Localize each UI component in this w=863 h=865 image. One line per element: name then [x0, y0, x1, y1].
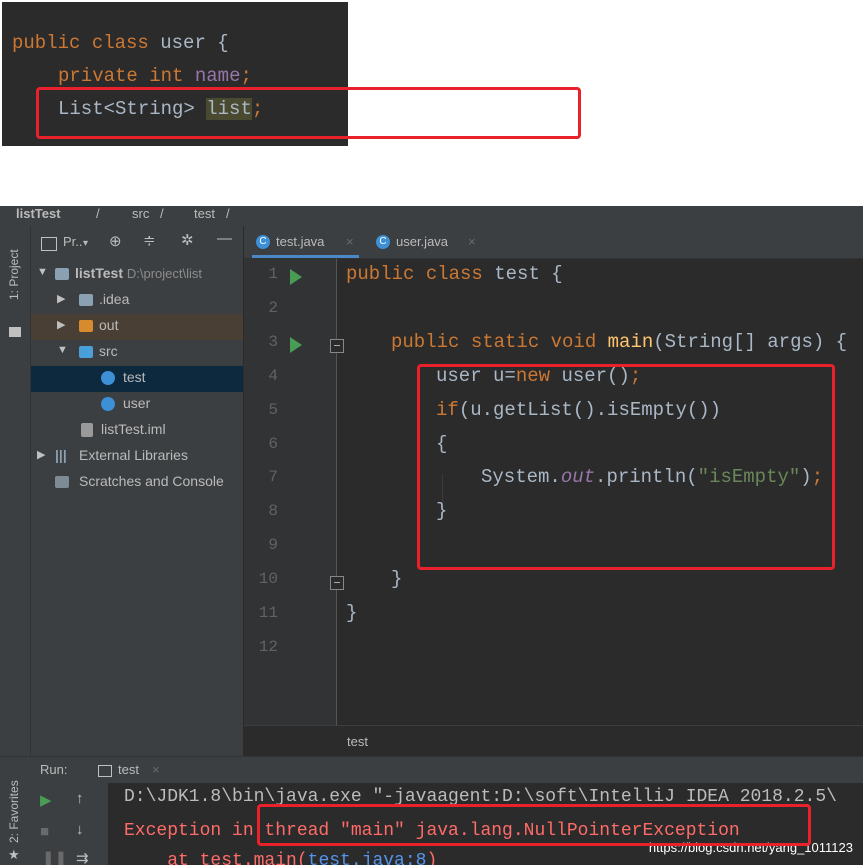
rerun-icon[interactable]: ▶	[40, 791, 52, 809]
code-line: System.out.println("isEmpty");	[481, 466, 824, 489]
java-class-icon: C	[256, 235, 270, 249]
favorites-tool-tab[interactable]: 2: Favorites	[7, 780, 21, 843]
dropdown-icon[interactable]: ▾	[83, 238, 88, 249]
code-area[interactable]: 1 2 3 4 5 6 7 8 9 10 11 12 public class test {public…	[244, 259, 863, 725]
soft-wrap-icon[interactable]: ⇉	[76, 849, 89, 865]
module-folder-icon	[55, 268, 69, 280]
line-number: 6	[268, 434, 278, 453]
tree-item-listtest[interactable]: ▼ listTest D:\project\list	[31, 262, 243, 288]
tree-item-user[interactable]: user	[31, 392, 243, 418]
run-gutter-icon[interactable]	[290, 269, 302, 285]
locate-icon[interactable]: ⊕	[109, 232, 122, 250]
collapsed-arrow-icon[interactable]: ▶	[37, 448, 45, 461]
folder-icon	[79, 294, 93, 306]
code-snippet: public class user { private int name; Li…	[2, 2, 348, 146]
close-icon[interactable]: ×	[346, 234, 354, 249]
editor-tabs: C test.java × C user.java ×	[244, 226, 863, 259]
line-number: 11	[258, 604, 278, 622]
collapsed-arrow-icon[interactable]: ▶	[57, 292, 65, 305]
pause-icon[interactable]: ❚❚	[42, 849, 67, 865]
favorites-strip: 2: Favorites ★	[0, 780, 30, 865]
snippet-line-1: public class user {	[12, 32, 229, 54]
code-line: }	[346, 602, 358, 624]
line-number: 9	[268, 536, 278, 555]
tree-item-listtest-iml[interactable]: listTest.iml	[31, 418, 243, 444]
project-tab-icon	[9, 327, 21, 337]
code-line: }	[436, 500, 448, 523]
close-icon[interactable]: ×	[468, 234, 476, 249]
breadcrumb-folder[interactable]: src	[132, 206, 149, 221]
console-line-exception: Exception in thread "main" java.lang.Nul…	[124, 821, 740, 841]
run-toolbar: ▶ ↑ ■ ↓ ❚❚ ⇉	[30, 783, 108, 865]
gear-icon[interactable]: ✲	[181, 231, 194, 249]
run-tab-test[interactable]: test	[118, 762, 139, 777]
project-title[interactable]: Pr..	[63, 234, 83, 249]
project-panel: Pr.. ▾ ⊕ ≑ ✲ — ▼ listTest D:\project\lis…	[31, 226, 243, 756]
project-toolbar: Pr.. ▾ ⊕ ≑ ✲ —	[31, 226, 243, 260]
watermark: https://blog.csdn.net/yang_1011123	[648, 840, 853, 855]
editor-breadcrumb: test	[244, 725, 863, 757]
run-panel-header: Run: test ×	[0, 757, 863, 783]
expanded-arrow-icon[interactable]: ▼	[57, 344, 68, 356]
code-line: }	[391, 568, 403, 591]
active-tab-indicator	[252, 255, 359, 258]
java-class-icon	[101, 371, 115, 385]
line-number: 10	[258, 570, 278, 589]
star-icon: ★	[8, 847, 20, 862]
source-folder-icon	[79, 346, 93, 358]
code-line: {	[436, 432, 448, 455]
code-line: public class test {	[346, 263, 563, 285]
java-class-icon: C	[376, 235, 390, 249]
tree-item-external-libraries[interactable]: ▶ ||| External Libraries	[31, 444, 243, 470]
fold-marker-icon[interactable]	[330, 576, 344, 591]
console-line-stack: at test.main(test.java:8)	[124, 851, 437, 865]
up-arrow-icon[interactable]: ↑	[76, 790, 84, 807]
tab-test-java[interactable]: C test.java ×	[252, 226, 360, 258]
breadcrumb: listTest / src / test /	[0, 206, 863, 226]
snippet-line-3: List<String> list;	[58, 98, 264, 120]
tree-item-out[interactable]: ▶ out	[31, 314, 243, 340]
run-gutter-icon[interactable]	[290, 336, 302, 353]
line-number: 1	[268, 265, 278, 283]
tree-item-scratches[interactable]: Scratches and Console	[31, 470, 243, 496]
line-number: 7	[268, 468, 278, 487]
console-line-command: D:\JDK1.8\bin\java.exe "-javaagent:D:\so…	[124, 787, 837, 807]
down-arrow-icon[interactable]: ↓	[76, 821, 84, 838]
excluded-folder-icon	[79, 320, 93, 332]
collapsed-arrow-icon[interactable]: ▶	[57, 318, 65, 331]
code-line: user u=new user();	[436, 364, 642, 387]
line-number: 4	[268, 366, 278, 385]
line-number: 8	[268, 502, 278, 521]
tab-user-java[interactable]: C user.java ×	[372, 226, 482, 258]
run-label: Run:	[40, 762, 68, 777]
close-icon[interactable]: ×	[152, 762, 160, 777]
code-line: public static void main(String[] args) {	[391, 330, 848, 353]
code-line: if(u.getList().isEmpty())	[436, 398, 722, 421]
left-tool-strip: 1: Project	[0, 226, 31, 756]
tree-item-test[interactable]: test	[31, 366, 243, 392]
tree-item-idea[interactable]: ▶ .idea	[31, 288, 243, 314]
line-number: 5	[268, 400, 278, 419]
expanded-arrow-icon[interactable]: ▼	[37, 266, 48, 278]
project-view-icon[interactable]	[41, 237, 57, 251]
fold-marker-icon[interactable]	[330, 338, 344, 353]
console-tab-icon	[98, 765, 112, 777]
hide-icon[interactable]: —	[217, 230, 232, 247]
line-number: 2	[268, 298, 278, 317]
java-class-icon	[101, 397, 115, 411]
snippet-line-2: private int name;	[58, 65, 252, 87]
breadcrumb-file[interactable]: test	[194, 206, 215, 221]
tree-item-src[interactable]: ▼ src	[31, 340, 243, 366]
stack-trace-link[interactable]: test.java:8	[308, 851, 427, 865]
collapse-icon[interactable]: ≑	[143, 231, 156, 249]
project-tool-tab[interactable]: 1: Project	[7, 249, 21, 300]
iml-file-icon	[81, 423, 93, 437]
breadcrumb-project[interactable]: listTest	[16, 206, 61, 221]
line-number: 3	[268, 332, 278, 351]
library-icon: |||	[55, 447, 67, 463]
line-number: 12	[258, 637, 278, 656]
scratches-icon	[55, 476, 69, 488]
stop-icon[interactable]: ■	[40, 823, 49, 840]
